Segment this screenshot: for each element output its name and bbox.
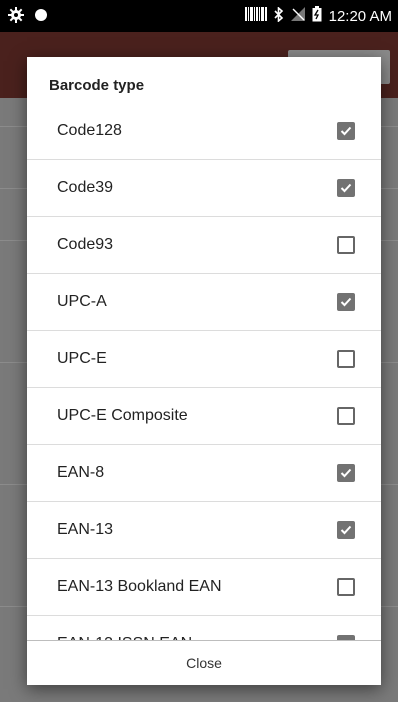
check-icon: [340, 468, 352, 478]
check-icon: [340, 126, 352, 136]
no-signal-icon: [290, 7, 305, 25]
barcode-type-label: UPC-E: [57, 350, 107, 367]
checkbox-unchecked[interactable]: [337, 350, 355, 368]
barcode-type-label: EAN-8: [57, 464, 105, 481]
barcode-type-label: Code39: [57, 179, 114, 196]
dialog-title: Barcode type: [49, 77, 145, 94]
barcode-type-row[interactable]: UPC-A: [27, 274, 381, 331]
gear-icon: [8, 7, 24, 28]
checkbox-checked[interactable]: [337, 179, 355, 197]
barcode-type-row[interactable]: EAN-13 Bookland EAN: [27, 559, 381, 616]
barcode-type-label: EAN-13 Bookland EAN: [57, 578, 222, 595]
barcode-type-label: EAN-13: [57, 521, 114, 538]
checkbox-checked[interactable]: [337, 521, 355, 539]
barcode-type-list[interactable]: Code128 Code39 Code93 UPC-A UPC-E UPC-E Compo…: [27, 103, 381, 640]
checkbox-unchecked[interactable]: [337, 236, 355, 254]
checkbox-unchecked[interactable]: [337, 407, 355, 425]
barcode-type-label: Code93: [57, 236, 114, 253]
checkbox-checked[interactable]: [337, 464, 355, 482]
barcode-type-row[interactable]: EAN-13 ISSN EAN: [27, 616, 381, 640]
barcode-type-label: UPC-A: [57, 293, 107, 310]
check-icon: [340, 183, 352, 193]
barcode-type-row[interactable]: Code128: [27, 103, 381, 160]
check-icon: [340, 525, 352, 535]
barcode-type-row[interactable]: Code93: [27, 217, 381, 274]
battery-icon: [312, 6, 322, 26]
barcode-type-label: Code128: [57, 122, 122, 139]
barcode-type-dialog: Barcode type Code128 Code39 Code93 UPC-A UPC…: [27, 57, 381, 685]
barcode-type-row[interactable]: UPC-E Composite: [27, 388, 381, 445]
clock: 12:20 AM: [328, 7, 392, 25]
bluetooth-icon: [274, 5, 284, 26]
status-bar: 12:20 AM: [0, 0, 398, 32]
check-icon: [340, 297, 352, 307]
checkbox-unchecked[interactable]: [337, 578, 355, 596]
barcode-type-row[interactable]: EAN-8: [27, 445, 381, 502]
checkbox-checked[interactable]: [337, 293, 355, 311]
barcode-type-row[interactable]: Code39: [27, 160, 381, 217]
barcode-type-row[interactable]: UPC-E: [27, 331, 381, 388]
circle-icon: [34, 8, 48, 27]
checkbox-checked[interactable]: [337, 122, 355, 140]
close-button[interactable]: Close: [27, 641, 381, 685]
barcode-icon: [244, 7, 267, 25]
barcode-type-row[interactable]: EAN-13: [27, 502, 381, 559]
barcode-type-label: UPC-E Composite: [57, 407, 188, 424]
